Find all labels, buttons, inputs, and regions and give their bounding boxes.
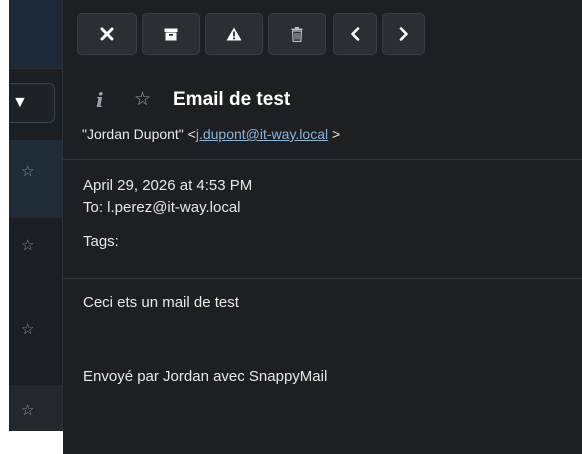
close-button[interactable] [77, 13, 137, 55]
next-message-button[interactable] [382, 13, 425, 55]
archive-button[interactable] [142, 13, 200, 55]
sender-line: "Jordan Dupont" <j.dupont@it-way.local > [82, 126, 340, 143]
trash-icon [291, 26, 303, 42]
divider [9, 68, 62, 69]
sender-close-bracket: > [331, 126, 341, 142]
list-options-dropdown[interactable]: ▼ [9, 83, 55, 123]
delete-button[interactable] [268, 13, 326, 55]
previous-message-button[interactable] [333, 13, 377, 55]
star-icon[interactable]: ☆ [21, 403, 34, 418]
left-margin [0, 0, 9, 454]
divider [63, 278, 582, 279]
close-x-icon [100, 27, 114, 41]
divider [63, 159, 582, 160]
sender-email-link[interactable]: j.dupont@it-way.local [196, 126, 328, 142]
message-body-line: Ceci ets un mail de test [83, 294, 239, 311]
message-subject: Email de test [173, 89, 291, 110]
star-icon[interactable]: ☆ [21, 322, 34, 337]
sender-name: "Jordan Dupont" < [82, 126, 196, 142]
bottom-margin [0, 431, 63, 454]
message-body-line: Envoyé par Jordan avec SnappyMail [83, 368, 328, 385]
list-item[interactable]: ☆ [9, 220, 62, 278]
list-item[interactable]: ☆ [9, 290, 62, 362]
archive-box-icon [164, 28, 178, 40]
chevron-right-icon [399, 27, 408, 41]
message-date: April 29, 2026 at 4:53 PM [83, 177, 253, 194]
star-icon[interactable]: ☆ [21, 164, 34, 179]
spam-button[interactable] [205, 13, 263, 55]
chevron-left-icon [351, 27, 360, 41]
pane-edge [577, 0, 582, 454]
warning-triangle-icon [226, 27, 242, 41]
star-icon[interactable]: ☆ [134, 89, 151, 111]
message-recipient: To: l.perez@it-way.local [83, 199, 241, 216]
message-list-header [9, 0, 62, 68]
list-item[interactable]: ☆ [9, 140, 62, 218]
message-tags: Tags: [83, 233, 119, 250]
star-icon[interactable]: ☆ [21, 238, 34, 253]
info-icon[interactable]: i [96, 88, 104, 112]
list-item[interactable]: ☆ [9, 385, 62, 431]
message-list-column: ▼ ☆ ☆ ☆ ☆ [9, 0, 63, 454]
caret-down-icon: ▼ [12, 94, 28, 111]
mail-app-window: ▼ ☆ ☆ ☆ ☆ i ☆ Email de test "Jordan Dupo… [0, 0, 582, 454]
